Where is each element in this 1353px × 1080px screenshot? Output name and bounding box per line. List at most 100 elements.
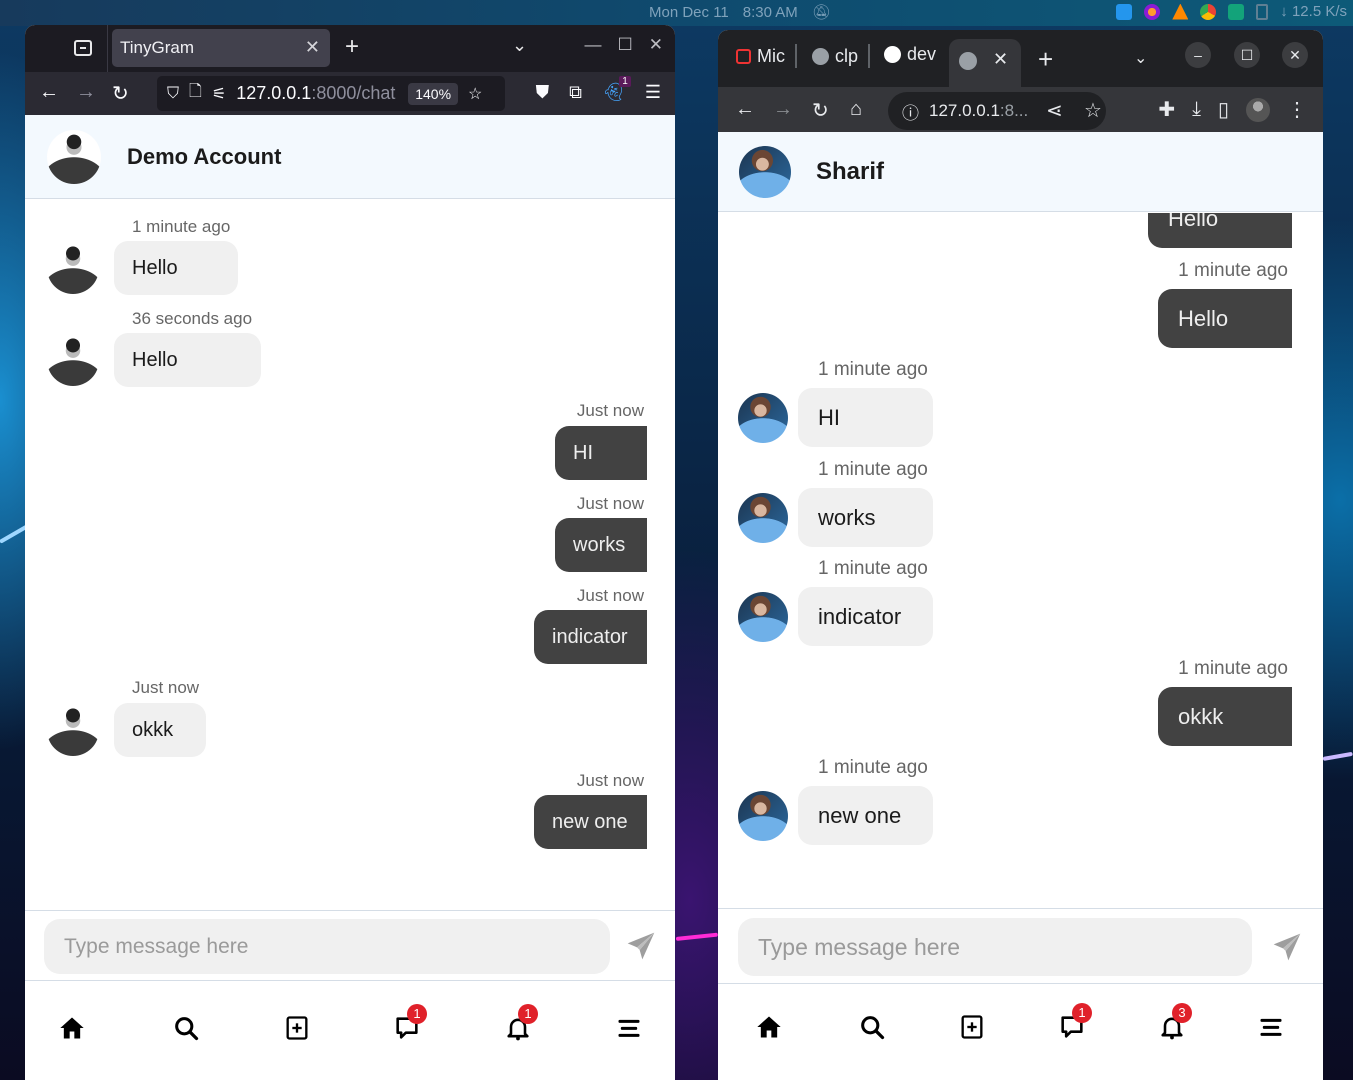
message-bubble: HI (555, 426, 647, 480)
navigation-toolbar: ← → ↻ ⛉ 🗋︎ ⚟ 127.0.0.1:8000/chat 140% ☆ … (25, 72, 675, 115)
sender-avatar[interactable] (738, 790, 788, 841)
firefox-view-icon[interactable] (74, 40, 92, 56)
url-host: 127.0.0.1 (236, 83, 312, 103)
bottom-navigation: 1 3 (718, 984, 1323, 1080)
nav-search[interactable] (852, 1007, 892, 1047)
menu-hamburger-icon[interactable]: ☰ (645, 82, 661, 103)
close-window-icon[interactable]: ✕ (1282, 42, 1308, 68)
share-icon[interactable]: ⋖ (1046, 98, 1063, 123)
nav-notifications[interactable]: 1 (498, 1004, 538, 1048)
sender-avatar[interactable] (47, 334, 99, 386)
home-icon[interactable]: ⌂ (850, 98, 862, 121)
reload-icon[interactable]: ↻ (812, 98, 829, 123)
send-icon[interactable] (1271, 931, 1303, 968)
back-icon[interactable]: ← (39, 81, 59, 104)
message-input[interactable] (44, 919, 610, 974)
zoom-level-button[interactable]: 140% (408, 82, 459, 105)
bookmark-star-icon[interactable]: ☆ (1084, 98, 1102, 123)
contact-avatar[interactable] (47, 129, 101, 184)
message-bubble: indicator (798, 587, 933, 646)
url-text[interactable]: 127.0.0.1:8... (929, 101, 1028, 121)
chat-header: Demo Account (25, 115, 675, 199)
nav-messages[interactable]: 1 (1052, 1003, 1092, 1047)
url-host: 127.0.0.1 (929, 101, 1000, 120)
nav-home[interactable] (749, 1007, 789, 1047)
message-input[interactable] (738, 918, 1252, 976)
extensions-puzzle-icon[interactable]: ✚ (1158, 97, 1175, 122)
contact-name[interactable]: Sharif (816, 158, 884, 186)
new-tab-button[interactable]: + (345, 33, 359, 61)
site-info-icon[interactable]: ⓘ (902, 99, 919, 124)
maximize-icon[interactable]: ☐ (1234, 42, 1260, 68)
message-list[interactable]: 1 minute ago Hello 36 seconds ago Hello Just… (25, 200, 675, 910)
minimize-icon[interactable]: – (1185, 42, 1211, 68)
divider (868, 44, 871, 68)
message-bubble: okkk (114, 703, 206, 757)
firefox-dev-icon[interactable] (1144, 3, 1161, 20)
url-bar[interactable]: ⛉ 🗋︎ ⚟ 127.0.0.1:8000/chat 140% ☆ (157, 76, 505, 111)
sender-avatar[interactable] (738, 492, 788, 543)
nav-home[interactable] (52, 1008, 92, 1048)
nav-messages[interactable]: 1 (387, 1004, 427, 1048)
nav-menu[interactable] (1251, 1007, 1291, 1047)
message-text: HI (573, 441, 593, 464)
new-tab-button[interactable]: + (1038, 44, 1053, 75)
contact-name[interactable]: Demo Account (127, 144, 281, 170)
clipboard-icon[interactable] (1256, 3, 1269, 20)
message-bubble: indicator (534, 610, 647, 664)
send-icon[interactable] (625, 930, 657, 967)
docker-icon[interactable] (1116, 3, 1133, 20)
message-text: Hello (1168, 213, 1219, 231)
firefox-window: TinyGram ✕ + ⌄ — ☐ ✕ ← → ↻ ⛉ 🗋︎ ⚟ 127.0.… (25, 25, 675, 1080)
maximize-icon[interactable]: ☐ (618, 35, 633, 55)
sender-avatar[interactable] (738, 392, 788, 443)
side-panel-icon[interactable]: ▯ (1218, 97, 1229, 122)
message-list[interactable]: Hello 1 minute ago Hello 1 minute ago HI 1 mi… (718, 213, 1323, 908)
close-tab-icon[interactable]: ✕ (993, 49, 1008, 70)
permissions-icon[interactable]: ⚟ (212, 84, 226, 104)
url-bar[interactable]: ⓘ 127.0.0.1:8... (888, 92, 1106, 130)
page-icon[interactable]: 🗋︎ (189, 80, 202, 107)
sender-avatar[interactable] (47, 242, 99, 294)
profile-avatar[interactable] (1246, 97, 1270, 122)
nav-search[interactable] (166, 1008, 206, 1048)
list-tabs-chevron-icon[interactable]: ⌄ (512, 35, 527, 56)
bookmark-star-icon[interactable]: ☆ (468, 84, 482, 104)
pocket-icon[interactable]: ⛊ (536, 82, 550, 103)
back-icon[interactable]: ← (735, 98, 755, 121)
message-composer (25, 910, 675, 981)
more-menu-icon[interactable]: ⋮ (1287, 97, 1307, 122)
extensions-icon[interactable]: ⧉ (569, 82, 582, 103)
close-window-icon[interactable]: ✕ (649, 35, 663, 55)
close-tab-icon[interactable]: ✕ (305, 37, 320, 58)
tab-mic[interactable]: Mic (736, 44, 797, 68)
shield-icon[interactable]: ⛉ (167, 85, 179, 103)
nav-create-post[interactable] (952, 1007, 992, 1047)
chrome-icon[interactable] (1200, 3, 1217, 20)
download-icon[interactable]: ⤓ (1192, 98, 1201, 121)
tab-active[interactable]: ✕ (949, 39, 1021, 87)
minimize-icon[interactable]: — (585, 35, 602, 55)
contact-avatar[interactable] (739, 145, 791, 198)
vlc-icon[interactable] (1172, 3, 1189, 20)
tab-tinygram[interactable]: TinyGram ✕ (112, 29, 330, 67)
unread-badge: 1 (407, 1004, 427, 1024)
nav-notifications[interactable]: 3 (1152, 1003, 1192, 1047)
forward-icon[interactable]: → (773, 98, 793, 121)
sender-avatar[interactable] (47, 704, 99, 756)
ghostery-extension-icon[interactable]: 👻︎ 1 (602, 76, 631, 103)
url-path: :8000/chat (311, 83, 396, 103)
clock[interactable]: Mon Dec 11 8:30 AM 🔕︎ (649, 3, 831, 22)
reload-icon[interactable]: ↻ (112, 81, 129, 106)
nav-create-post[interactable] (277, 1008, 317, 1048)
forward-icon[interactable]: → (76, 81, 96, 104)
divider (795, 44, 797, 68)
app-icon[interactable] (1228, 3, 1245, 20)
nav-menu[interactable] (609, 1008, 649, 1048)
sender-avatar[interactable] (738, 591, 788, 642)
url-text[interactable]: 127.0.0.1:8000/chat (236, 83, 398, 104)
tab-clp[interactable]: clp (812, 44, 871, 68)
message-text: indicator (552, 625, 628, 648)
tab-dev[interactable]: dev (884, 44, 936, 65)
tab-search-chevron-icon[interactable]: ⌄ (1134, 48, 1147, 68)
